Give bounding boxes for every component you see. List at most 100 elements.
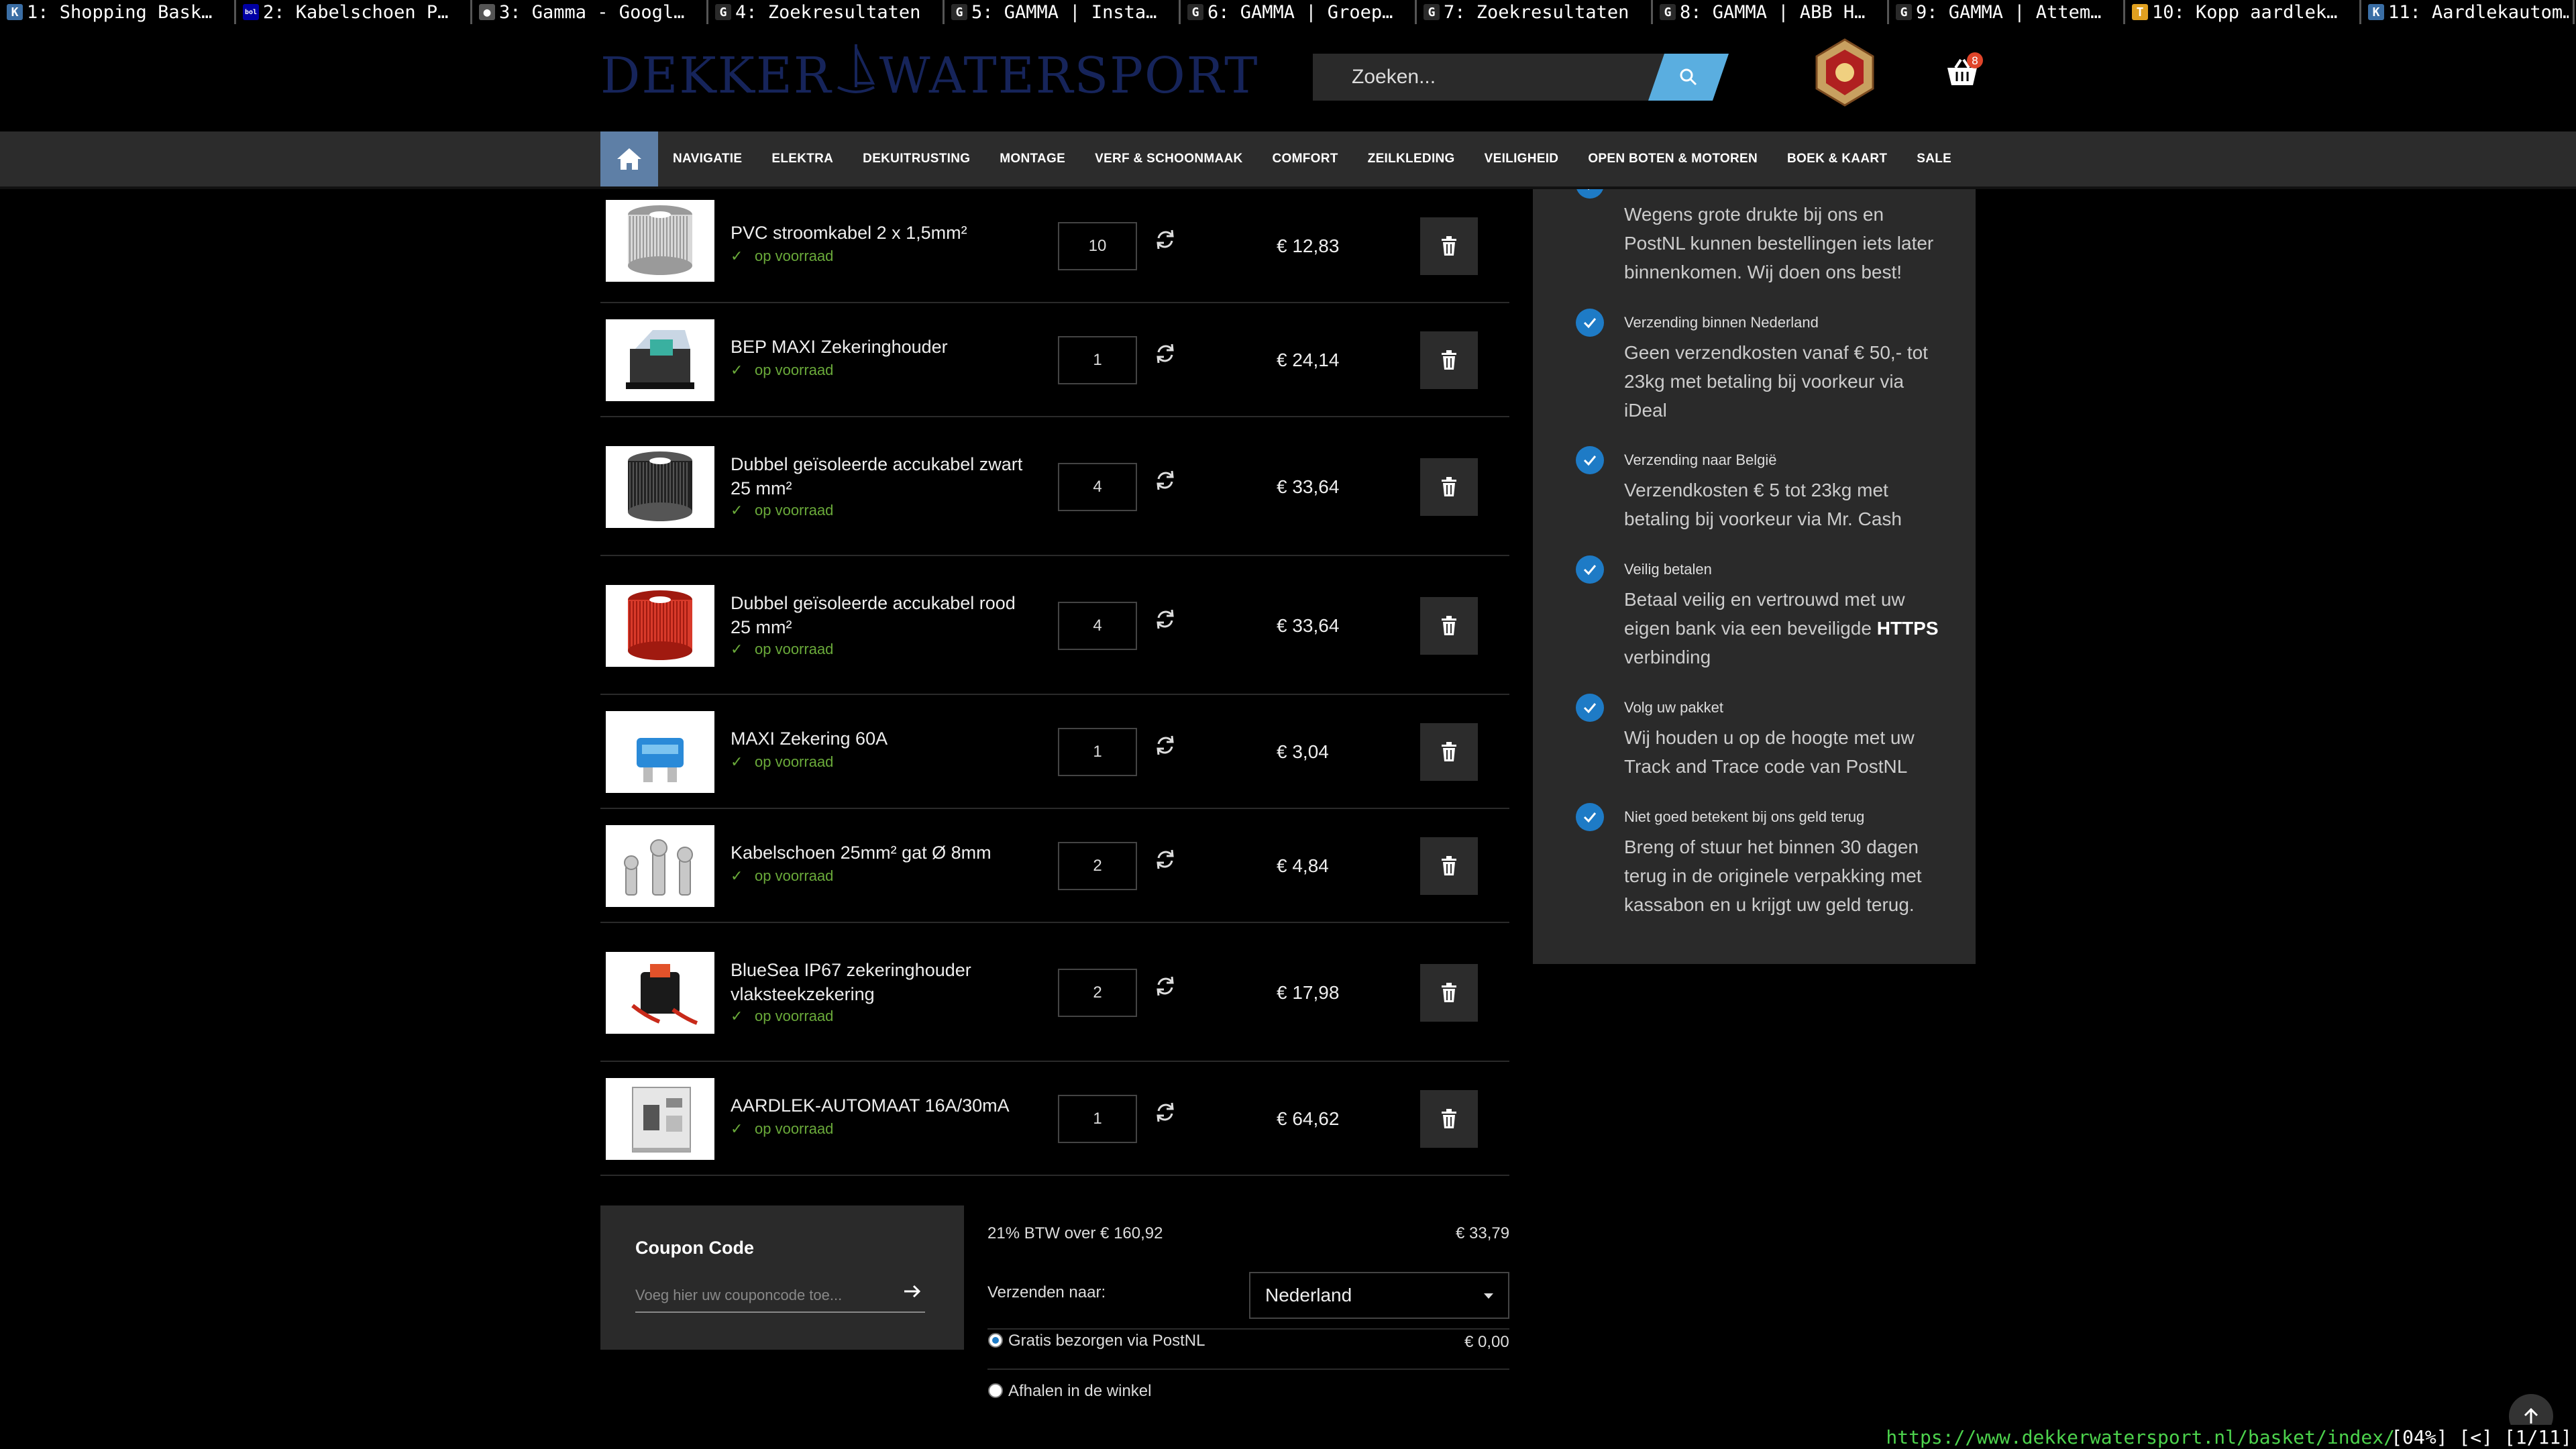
product-image[interactable] bbox=[606, 1078, 714, 1160]
stock-status: ✓ op voorraad bbox=[731, 641, 833, 658]
product-name-link[interactable]: Dubbel geïsoleerde accukabel rood 25 mm² bbox=[731, 591, 1039, 639]
refresh-quantity-icon[interactable] bbox=[1152, 606, 1179, 633]
checkmark-icon: ✓ bbox=[731, 1120, 743, 1137]
stock-status: ✓ op voorraad bbox=[731, 1120, 833, 1138]
shipping-option-pickup-radio[interactable] bbox=[988, 1383, 1003, 1398]
product-name-link[interactable]: Dubbel geïsoleerde accukabel zwart 25 mm… bbox=[731, 452, 1039, 500]
shipping-country-select[interactable]: Nederland bbox=[1249, 1272, 1509, 1319]
browser-tab[interactable]: T 10: Kopp aardlek… bbox=[2125, 0, 2361, 24]
nav-item-elektra[interactable]: ELEKTRA bbox=[757, 152, 848, 166]
line-price: € 4,84 bbox=[1277, 855, 1329, 876]
product-name-link[interactable]: BEP MAXI Zekeringhouder bbox=[731, 335, 1039, 359]
browser-tab[interactable]: K 11: Aardlekautom… bbox=[2361, 0, 2575, 24]
line-price: € 33,64 bbox=[1277, 614, 1340, 636]
tab-label: 3: Gamma - Googl… bbox=[499, 1, 685, 23]
nav-item-zeilkleding[interactable]: ZEILKLEDING bbox=[1353, 152, 1470, 166]
refresh-quantity-icon[interactable] bbox=[1152, 846, 1179, 873]
quantity-input[interactable] bbox=[1058, 222, 1137, 270]
quantity-input[interactable] bbox=[1058, 601, 1137, 650]
tab-label: 4: Zoekresultaten bbox=[735, 1, 921, 23]
stock-status: ✓ op voorraad bbox=[731, 248, 833, 265]
cart-item-row: BlueSea IP67 zekeringhouder vlaksteekzek… bbox=[600, 923, 1509, 1062]
browser-tab[interactable]: ● 3: Gamma - Googl… bbox=[472, 0, 708, 24]
remove-item-button[interactable] bbox=[1420, 217, 1478, 275]
quantity-input[interactable] bbox=[1058, 336, 1137, 384]
quantity-input[interactable] bbox=[1058, 842, 1137, 890]
quantity-input[interactable] bbox=[1058, 462, 1137, 511]
browser-tab[interactable]: G 8: GAMMA | ABB H… bbox=[1653, 0, 1889, 24]
product-image[interactable] bbox=[606, 711, 714, 793]
info-text: Wij houden u op de hoogte met uw Track a… bbox=[1624, 727, 1915, 777]
refresh-quantity-icon[interactable] bbox=[1152, 467, 1179, 494]
browser-tab[interactable]: G 7: Zoekresultaten bbox=[1417, 0, 1653, 24]
nav-item-comfort[interactable]: COMFORT bbox=[1258, 152, 1353, 166]
remove-item-button[interactable] bbox=[1420, 331, 1478, 389]
refresh-quantity-icon[interactable] bbox=[1152, 226, 1179, 253]
nav-item-navigatie[interactable]: NAVIGATIE bbox=[658, 152, 757, 166]
product-name-link[interactable]: BlueSea IP67 zekeringhouder vlaksteekzek… bbox=[731, 958, 1039, 1006]
product-image[interactable] bbox=[606, 951, 714, 1034]
tab-favicon-icon: G bbox=[1660, 4, 1676, 20]
info-text-part: verbinding bbox=[1624, 647, 1711, 667]
remove-item-button[interactable] bbox=[1420, 596, 1478, 655]
shipping-option-postnl-price: € 0,00 bbox=[1464, 1333, 1509, 1351]
stock-status: ✓ op voorraad bbox=[731, 502, 833, 519]
trash-icon bbox=[1442, 856, 1456, 875]
info-title: Volg uw pakket bbox=[1624, 699, 1723, 716]
product-image[interactable] bbox=[606, 825, 714, 907]
product-image[interactable] bbox=[606, 200, 714, 282]
line-price: € 24,14 bbox=[1277, 350, 1340, 370]
nav-item-boek-kaart[interactable]: BOEK & KAART bbox=[1772, 152, 1902, 166]
refresh-quantity-icon[interactable] bbox=[1152, 1099, 1179, 1126]
remove-item-button[interactable] bbox=[1420, 963, 1478, 1022]
nav-item-dekuitrusting[interactable]: DEKUITRUSTING bbox=[848, 152, 985, 166]
product-name-link[interactable]: PVC stroomkabel 2 x 1,5mm² bbox=[731, 221, 1039, 245]
tab-favicon-icon: K bbox=[2368, 4, 2384, 20]
browser-tab[interactable]: K 1: Shopping Bask… bbox=[0, 0, 236, 24]
nav-item-open-boten-motoren[interactable]: OPEN BOTEN & MOTOREN bbox=[1573, 152, 1772, 166]
browser-tab[interactable]: G 4: Zoekresultaten bbox=[708, 0, 945, 24]
coupon-input[interactable] bbox=[635, 1279, 925, 1313]
product-image[interactable] bbox=[606, 584, 714, 667]
line-price: € 17,98 bbox=[1277, 981, 1340, 1003]
quantity-input[interactable] bbox=[1058, 728, 1137, 776]
quantity-input[interactable] bbox=[1058, 1095, 1137, 1143]
remove-item-button[interactable] bbox=[1420, 723, 1478, 781]
product-name-link[interactable]: Kabelschoen 25mm² gat Ø 8mm bbox=[731, 841, 1039, 865]
nav-item-montage[interactable]: MONTAGE bbox=[985, 152, 1080, 166]
product-name-link[interactable]: MAXI Zekering 60A bbox=[731, 727, 1039, 751]
quantity-input[interactable] bbox=[1058, 968, 1137, 1017]
home-button[interactable] bbox=[600, 131, 658, 186]
browser-tab[interactable]: G 6: GAMMA | Groep… bbox=[1181, 0, 1417, 24]
product-image[interactable] bbox=[606, 319, 714, 401]
checkmark-icon: ✓ bbox=[731, 867, 743, 884]
remove-item-button[interactable] bbox=[1420, 837, 1478, 895]
product-image[interactable] bbox=[606, 445, 714, 528]
browser-tab[interactable]: G 9: GAMMA | Attem… bbox=[1889, 0, 2125, 24]
shipping-option-pickup-label: Afhalen in de winkel bbox=[1008, 1382, 1152, 1400]
stock-status-label: op voorraad bbox=[755, 867, 834, 884]
site-logo[interactable]: DEKKER WATERSPORT bbox=[600, 43, 1258, 105]
nav-item-veiligheid[interactable]: VEILIGHEID bbox=[1470, 152, 1574, 166]
refresh-quantity-icon[interactable] bbox=[1152, 973, 1179, 1000]
line-price: € 3,04 bbox=[1277, 741, 1329, 762]
logo-text-right: WATERSPORT bbox=[879, 47, 1259, 105]
remove-item-button[interactable] bbox=[1420, 458, 1478, 516]
browser-tab[interactable]: G 5: GAMMA | Insta… bbox=[945, 0, 1181, 24]
nav-item-sale[interactable]: SALE bbox=[1902, 152, 1966, 166]
checkmark-icon: ✓ bbox=[731, 362, 743, 378]
browser-tab[interactable]: bol 2: Kabelschoen P… bbox=[236, 0, 472, 24]
search-input[interactable] bbox=[1313, 54, 1675, 101]
product-name-link[interactable]: AARDLEK-AUTOMAAT 16A/30mA bbox=[731, 1093, 1039, 1118]
remove-item-button[interactable] bbox=[1420, 1090, 1478, 1148]
refresh-quantity-icon[interactable] bbox=[1152, 732, 1179, 759]
info-text-bold: HTTPS bbox=[1876, 618, 1939, 639]
tab-label: 10: Kopp aardlek… bbox=[2152, 1, 2338, 23]
cart-item-row: MAXI Zekering 60A ✓ op voorraad € 3,04 bbox=[600, 695, 1509, 809]
info-text: Wegens grote drukte bij ons en PostNL ku… bbox=[1624, 204, 1934, 282]
cart-item-row: AARDLEK-AUTOMAAT 16A/30mA ✓ op voorraad € 6… bbox=[600, 1062, 1509, 1176]
shipping-option-postnl-radio[interactable] bbox=[988, 1333, 1003, 1348]
refresh-quantity-icon[interactable] bbox=[1152, 340, 1179, 367]
arrow-right-icon[interactable] bbox=[899, 1278, 926, 1305]
nav-item-verf-schoonmaak[interactable]: VERF & SCHOONMAAK bbox=[1080, 152, 1257, 166]
